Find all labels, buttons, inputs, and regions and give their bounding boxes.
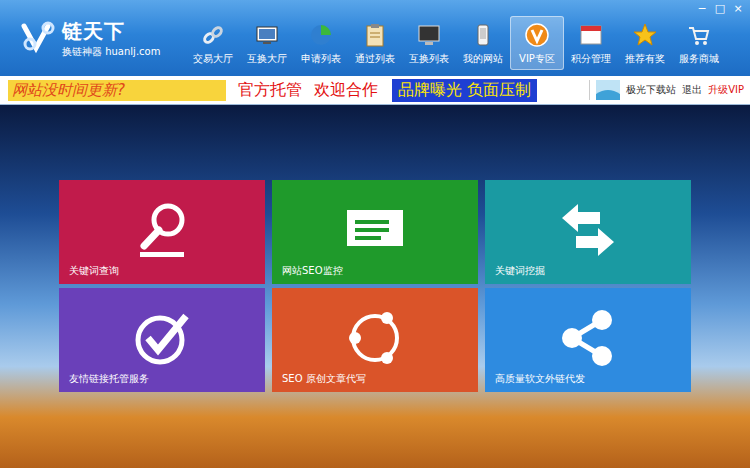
share-icon <box>556 306 620 370</box>
search-icon <box>130 198 194 262</box>
nav-item[interactable]: 我的网站 <box>456 16 510 70</box>
tile-label: SEO 原创文章代写 <box>282 372 366 386</box>
star-icon <box>632 22 658 48</box>
nav-label: 交易大厅 <box>193 52 233 66</box>
tile-label: 网站SEO监控 <box>282 264 343 278</box>
phone-icon <box>470 22 496 48</box>
ad-yellow[interactable]: 网站没时间更新? <box>8 80 226 101</box>
ad-red[interactable]: 官方托管 <box>238 80 302 101</box>
logo-subtitle: 换链神器 huanlj.com <box>62 45 160 59</box>
service-tile[interactable]: 网站SEO监控 <box>272 180 478 284</box>
window-control-button[interactable]: − <box>694 2 710 16</box>
monitor-icon <box>416 22 442 48</box>
tile-label: 关键词查询 <box>69 264 119 278</box>
nav-item[interactable]: 推荐有奖 <box>618 16 672 70</box>
service-tile[interactable]: 友情链接托管服务 <box>59 288 265 392</box>
logo-title: 链天下 <box>62 18 160 45</box>
service-tile[interactable]: 高质量软文外链代发 <box>485 288 691 392</box>
screen-icon <box>254 22 280 48</box>
vip-icon <box>524 22 550 48</box>
nav-label: 推荐有奖 <box>625 52 665 66</box>
nav-item[interactable]: 交易大厅 <box>186 16 240 70</box>
tile-grid: 关键词查询 网站SEO监控 关键词挖掘 友情链接托管服务 SEO 原创文章代写 … <box>59 180 691 468</box>
avatar-icon <box>596 80 620 100</box>
logo[interactable]: 链天下 换链神器 huanlj.com <box>0 0 186 76</box>
tile-label: 高质量软文外链代发 <box>495 372 585 386</box>
ad-blue[interactable]: 品牌曝光 负面压制 <box>392 79 537 102</box>
nav-label: 服务商城 <box>679 52 719 66</box>
service-tile[interactable]: 关键词查询 <box>59 180 265 284</box>
upgrade-link[interactable]: 升级VIP <box>708 83 744 97</box>
service-tile[interactable]: 关键词挖掘 <box>485 180 691 284</box>
ring-icon <box>343 306 407 370</box>
logout-link[interactable]: 退出 <box>682 83 702 97</box>
nav-label: 互换大厅 <box>247 52 287 66</box>
clip-icon <box>362 22 388 48</box>
user-area: 极光下载站 退出 升级VIP <box>589 80 744 100</box>
nav-label: 我的网站 <box>463 52 503 66</box>
wallpaper: 关键词查询 网站SEO监控 关键词挖掘 友情链接托管服务 SEO 原创文章代写 … <box>0 105 750 468</box>
check-icon <box>130 306 194 370</box>
nav-item[interactable]: 服务商城 <box>672 16 726 70</box>
window-control-button[interactable]: × <box>730 2 746 16</box>
ad-banner: 网站没时间更新? 官方托管欢迎合作 品牌曝光 负面压制 极光下载站 退出 升级V… <box>0 76 750 105</box>
service-tile[interactable]: SEO 原创文章代写 <box>272 288 478 392</box>
doc-icon <box>343 198 407 262</box>
nav-label: VIP专区 <box>519 52 555 66</box>
nav-label: 申请列表 <box>301 52 341 66</box>
user-name: 极光下载站 <box>626 83 676 97</box>
pie-icon <box>308 22 334 48</box>
nav-label: 积分管理 <box>571 52 611 66</box>
window-controls: −□× <box>694 0 750 76</box>
tile-label: 友情链接托管服务 <box>69 372 149 386</box>
nav-item[interactable]: 互换列表 <box>402 16 456 70</box>
nav-item[interactable]: 积分管理 <box>564 16 618 70</box>
chain-logo-icon <box>18 18 58 58</box>
swap-icon <box>556 198 620 262</box>
tile-label: 关键词挖掘 <box>495 264 545 278</box>
app-window: 链天下 换链神器 huanlj.com 交易大厅 互换大厅 申请列表 通过列表 … <box>0 0 750 468</box>
nav-item[interactable]: 申请列表 <box>294 16 348 70</box>
nav-label: 通过列表 <box>355 52 395 66</box>
nav-item[interactable]: 互换大厅 <box>240 16 294 70</box>
link-icon <box>200 22 226 48</box>
nav-label: 互换列表 <box>409 52 449 66</box>
ad-red[interactable]: 欢迎合作 <box>314 80 378 101</box>
window-control-button[interactable]: □ <box>712 2 728 16</box>
cart-icon <box>686 22 712 48</box>
main-nav: 交易大厅 互换大厅 申请列表 通过列表 互换列表 我的网站 VIP专区 积分管理… <box>186 0 694 76</box>
nav-item[interactable]: VIP专区 <box>510 16 564 70</box>
card-icon <box>578 22 604 48</box>
nav-item[interactable]: 通过列表 <box>348 16 402 70</box>
header-bar: 链天下 换链神器 huanlj.com 交易大厅 互换大厅 申请列表 通过列表 … <box>0 0 750 76</box>
